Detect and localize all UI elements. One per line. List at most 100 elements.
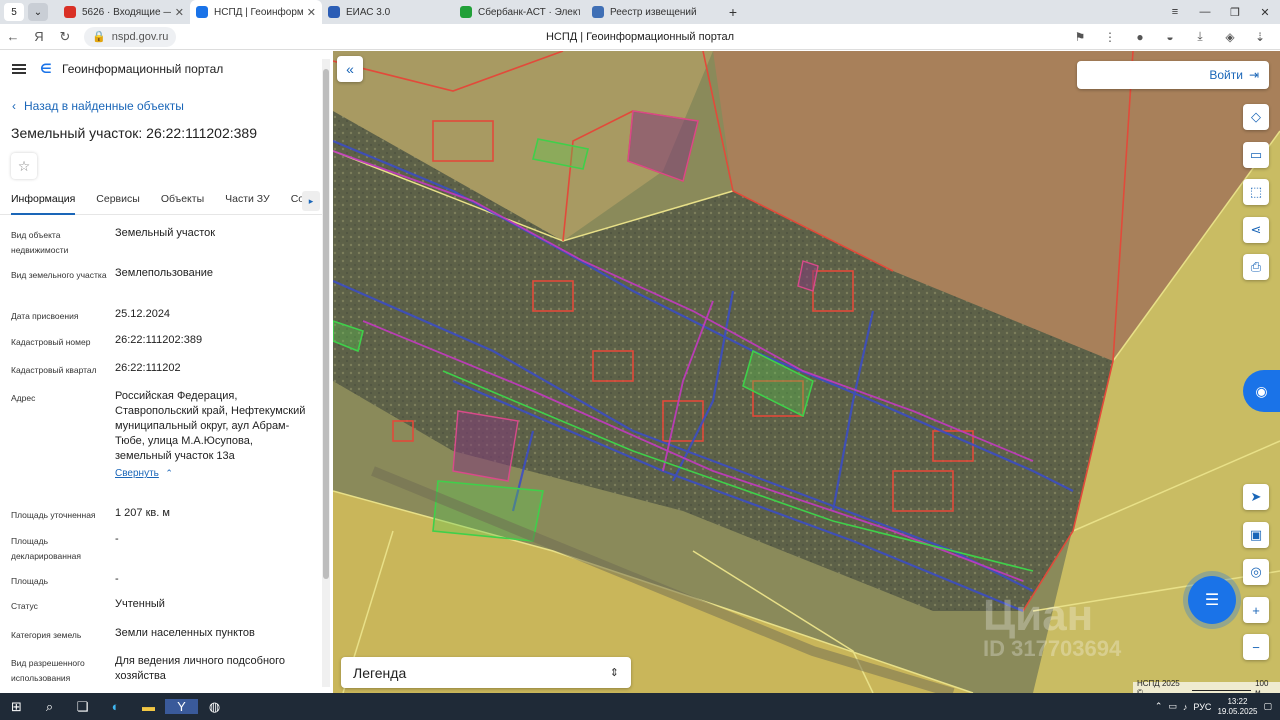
login-label: Войти [1209, 68, 1243, 82]
minimize-icon[interactable]: — [1190, 6, 1220, 18]
clock-time: 13:22 [1227, 696, 1248, 706]
properties-list: Вид объекта недвижимости Земельный участо… [0, 225, 333, 683]
locate-arrow-icon[interactable]: ➤ [1243, 484, 1269, 510]
reload-icon[interactable]: ↻ [52, 29, 78, 45]
clock-date: 19.05.2025 [1217, 706, 1258, 716]
tab-services[interactable]: Сервисы [96, 189, 140, 214]
restore-icon[interactable]: ❐ [1220, 6, 1250, 19]
tab-title: ЕИАС 3.0 [346, 6, 391, 18]
tab-title: НСПД | Геоинформационный [214, 6, 303, 18]
close-tab-icon[interactable]: ✕ [307, 6, 316, 19]
zoom-in-button[interactable]: + [1243, 597, 1269, 623]
map-canvas[interactable] [333, 51, 1280, 693]
hamburger-menu-icon[interactable] [12, 64, 26, 74]
yandex-browser-icon[interactable]: Y [165, 699, 198, 714]
login-button[interactable]: Войти ⇥ [1077, 61, 1269, 89]
zoom-out-button[interactable]: − [1243, 634, 1269, 660]
back-link-label: Назад в найденные объекты [24, 99, 184, 113]
collapse-address-link[interactable]: Свернуть [115, 468, 159, 479]
network-icon[interactable]: ▭ [1168, 701, 1177, 712]
favorite-star-icon[interactable]: ☆ [11, 153, 37, 179]
watermark: Циан [983, 591, 1094, 640]
tabs-scroll-right-icon[interactable]: ▸ [302, 191, 320, 211]
tab-title: Сбербанк-АСТ · Электронная [478, 6, 580, 18]
new-tab-button[interactable]: + [722, 3, 744, 21]
tabs-menu-chevron-icon[interactable]: ⌄ [28, 3, 48, 21]
property-value: - [115, 531, 307, 571]
tab-objects[interactable]: Объекты [161, 189, 204, 214]
property-row: Категория земель Земли населенных пунктов [0, 625, 333, 653]
notifications-icon[interactable]: ▢ [1263, 701, 1272, 712]
download-arrow-icon[interactable]: ⇣ [1248, 30, 1272, 44]
tab-favicon-icon [196, 6, 208, 18]
help-chat-icon[interactable]: ◉ [1243, 370, 1280, 412]
property-row: Адрес Российская Федерация, Ставропольски… [0, 388, 333, 505]
layers-icon[interactable]: ◇ [1243, 104, 1269, 130]
collapse-panel-button[interactable]: « [337, 56, 363, 82]
extension-icon[interactable]: ◈ [1218, 30, 1242, 44]
share-icon[interactable]: ⋖ [1243, 217, 1269, 243]
close-tab-icon[interactable]: ✕ [175, 6, 184, 19]
browser-tab-strip: 5 ⌄ 5626 · Входящие — Яндекс✕НСПД | Геои… [0, 0, 1280, 24]
property-value: Российская Федерация, Ставропольский кра… [115, 388, 307, 505]
property-key: Вид разрешенного использования [11, 658, 85, 683]
info-panel: ∈ Геоинформационный портал ‹ Назад в най… [0, 51, 333, 693]
property-value-text: Земли населенных пунктов [115, 627, 255, 639]
back-to-results-link[interactable]: ‹ Назад в найденные объекты [12, 99, 333, 113]
chat-bubble-icon[interactable]: ☰ [1188, 576, 1236, 624]
app-icon[interactable]: ◍ [198, 699, 231, 715]
browser-tab[interactable]: 5626 · Входящие — Яндекс ✕ [58, 0, 190, 24]
bookmark-icon[interactable]: ⚑ [1068, 30, 1092, 44]
scale-label: 100 м [1255, 678, 1269, 694]
geolocation-icon[interactable]: ◎ [1243, 559, 1269, 585]
search-icon[interactable]: ⌕ [33, 699, 66, 715]
back-arrow-icon[interactable]: ← [0, 29, 26, 44]
minimap-icon[interactable]: ▣ [1243, 522, 1269, 548]
edge-browser-icon[interactable]: ◐ [99, 699, 132, 714]
tab-parts[interactable]: Части ЗУ [225, 189, 270, 214]
scrollbar-thumb[interactable] [323, 69, 329, 579]
language-indicator[interactable]: РУС [1193, 702, 1211, 712]
property-value: Землепользование [115, 265, 307, 306]
yandex-icon[interactable]: Я [26, 29, 52, 44]
extension-icon[interactable]: ● [1128, 30, 1152, 44]
volume-icon[interactable]: ♪ [1183, 702, 1188, 712]
more-menu-icon[interactable]: ⋮ [1098, 30, 1122, 44]
watermark-id: ID 317703694 [983, 636, 1122, 661]
url-field[interactable]: 🔒 nspd.gov.ru [84, 26, 177, 47]
property-key: Статус [11, 601, 38, 611]
downloads-icon[interactable]: ⤓ [1188, 29, 1212, 44]
browser-tab[interactable]: Реестр извещений [586, 0, 718, 24]
ruler-icon[interactable]: ▭ [1243, 142, 1269, 168]
panel-scrollbar[interactable] [322, 59, 330, 687]
windows-start-icon[interactable]: ⊞ [0, 699, 33, 715]
property-value: 25.12.2024 [115, 306, 307, 332]
extension-icon[interactable]: ◒ [1158, 30, 1182, 44]
browser-tab[interactable]: Сбербанк-АСТ · Электронная [454, 0, 586, 24]
area-select-icon[interactable]: ⬚ [1243, 179, 1269, 205]
task-view-icon[interactable]: ❏ [66, 699, 99, 715]
print-icon[interactable]: ⎙ [1243, 254, 1269, 280]
property-key: Вид объекта недвижимости [11, 230, 69, 255]
browser-tab[interactable]: ЕИАС 3.0 [322, 0, 454, 24]
windows-taskbar: ⊞ ⌕ ❏ ◐ ▬ Y ◍ ⌃ ▭ ♪ РУС 13:22 19.05.2025… [0, 693, 1280, 720]
property-value-text: - [115, 573, 119, 585]
file-explorer-icon[interactable]: ▬ [132, 699, 165, 714]
tab-list-icon[interactable]: ≡ [1160, 6, 1190, 18]
tab-title: Реестр извещений [610, 6, 697, 18]
scale-bar: НСПД 2025 © 100 м [1133, 678, 1280, 694]
tab-favicon-icon [64, 6, 76, 18]
portal-logo-icon: ∈ [40, 61, 52, 76]
tab-favicon-icon [592, 6, 604, 18]
close-window-icon[interactable]: ✕ [1250, 6, 1280, 19]
legend-dropdown[interactable]: Легенда ⇕ [341, 657, 631, 688]
tab-info[interactable]: Информация [11, 189, 76, 215]
portal-brand: Геоинформационный портал [62, 62, 224, 76]
property-row: Площадь декларированная - [0, 531, 333, 571]
clock[interactable]: 13:22 19.05.2025 [1217, 697, 1257, 717]
property-value: Учтенный [115, 596, 307, 625]
browser-tab[interactable]: НСПД | Геоинформационный ✕ [190, 0, 322, 24]
map-view[interactable]: « Войти ⇥ ◇ ▭ ⬚ ⋖ ⎙ ◉ ➤ ▣ ◎ + − ☰ Циан I… [333, 51, 1280, 693]
tab-counter[interactable]: 5 [4, 3, 24, 21]
tray-chevron-icon[interactable]: ⌃ [1155, 701, 1163, 712]
